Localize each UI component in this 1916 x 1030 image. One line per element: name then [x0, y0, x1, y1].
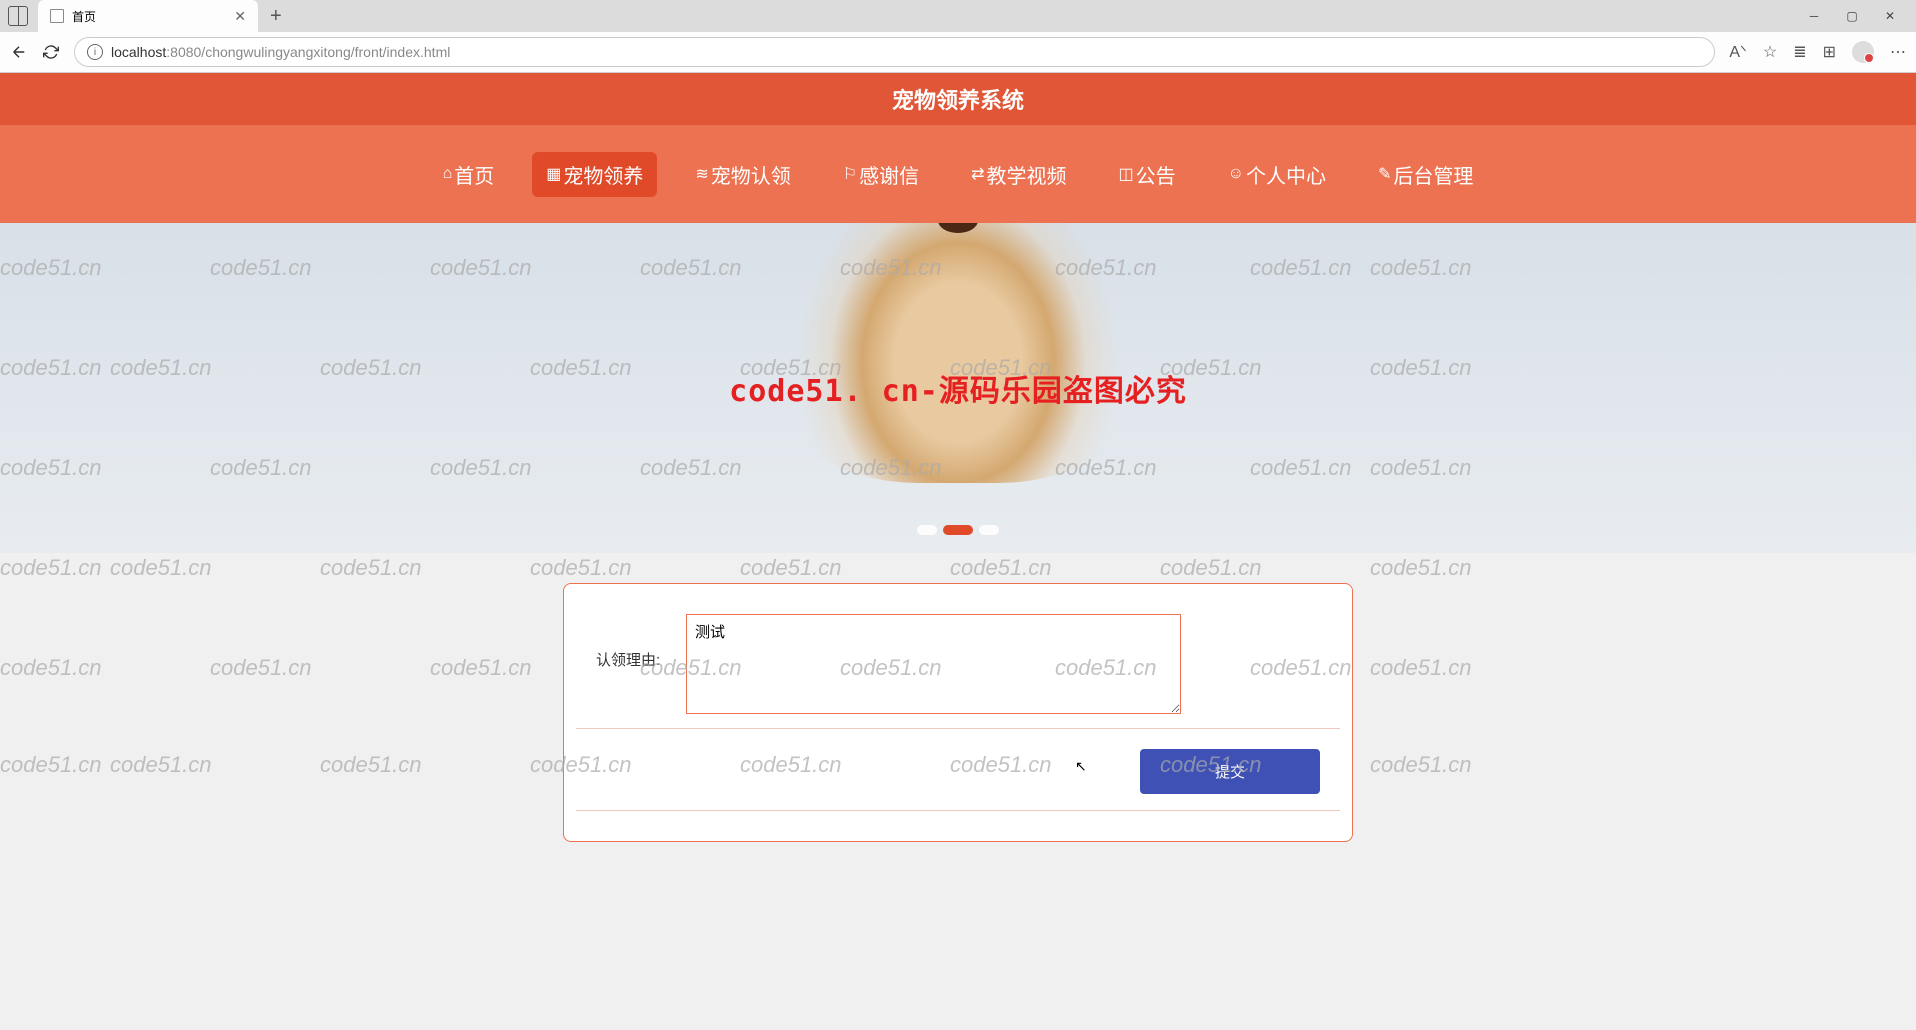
tab-title: 首页 — [72, 8, 96, 25]
nav-item-2[interactable]: ≋宠物认领 — [681, 152, 804, 197]
browser-tab[interactable]: 首页 ✕ — [38, 0, 258, 32]
nav-label: 首页 — [454, 160, 494, 189]
nav-label: 宠物领养 — [563, 160, 643, 189]
nav-icon: ▦ — [546, 164, 561, 184]
nav-item-5[interactable]: ◫公告 — [1105, 152, 1190, 197]
banner-carousel: code51. cn-源码乐园盗图必究 — [0, 223, 1916, 553]
submit-row: 提交 — [576, 729, 1340, 811]
nav-label: 感谢信 — [859, 160, 919, 189]
favorite-icon[interactable]: ☆ — [1763, 42, 1777, 62]
profile-avatar[interactable] — [1852, 41, 1874, 63]
nav-icon: ⌂ — [443, 165, 453, 183]
page-content: 宠物领养系统 ⌂首页 ▦宠物领养 ≋宠物认领 ⚐感谢信 ⇄教学视频 ◫公告 ☺个人中心 ✎后台… — [0, 73, 1916, 842]
close-window-button[interactable]: ✕ — [1880, 9, 1900, 23]
nav-icon: ✎ — [1378, 164, 1391, 184]
carousel-dots — [917, 525, 999, 535]
tab-document-icon — [50, 9, 64, 23]
nav-item-3[interactable]: ⚐感谢信 — [829, 152, 933, 197]
close-tab-button[interactable]: ✕ — [234, 8, 246, 25]
tab-panels-icon[interactable] — [8, 6, 28, 26]
refresh-button[interactable] — [42, 43, 60, 61]
carousel-dot-0[interactable] — [917, 525, 937, 535]
cursor-icon: ↖ — [1075, 758, 1087, 775]
main-nav: ⌂首页 ▦宠物领养 ≋宠物认领 ⚐感谢信 ⇄教学视频 ◫公告 ☺个人中心 ✎后台管理 — [0, 125, 1916, 223]
browser-chrome: 首页 ✕ + ─ ▢ ✕ i localhost:8080/chongwulin… — [0, 0, 1916, 73]
nav-item-0[interactable]: ⌂首页 — [429, 152, 509, 197]
reason-textarea[interactable] — [686, 614, 1181, 714]
nav-label: 教学视频 — [987, 160, 1067, 189]
reason-label: 认领理由: — [596, 614, 686, 670]
nav-item-7[interactable]: ✎后台管理 — [1364, 152, 1487, 197]
favorites-bar-icon[interactable]: ≣ — [1793, 42, 1806, 62]
nav-label: 公告 — [1136, 160, 1176, 189]
claim-form: 认领理由: 提交 — [563, 583, 1353, 842]
nav-icon: ◫ — [1119, 164, 1134, 184]
tab-bar: 首页 ✕ + ─ ▢ ✕ — [0, 0, 1916, 32]
nav-item-1[interactable]: ▦宠物领养 — [532, 152, 657, 197]
window-controls: ─ ▢ ✕ — [1804, 9, 1916, 23]
minimize-button[interactable]: ─ — [1804, 9, 1824, 23]
nav-item-4[interactable]: ⇄教学视频 — [957, 152, 1080, 197]
nav-icon: ≋ — [695, 164, 708, 184]
address-bar: i localhost:8080/chongwulingyangxitong/f… — [0, 32, 1916, 72]
maximize-button[interactable]: ▢ — [1842, 9, 1862, 23]
carousel-dot-1[interactable] — [943, 525, 973, 535]
back-button[interactable] — [10, 43, 28, 61]
nav-icon: ☺ — [1228, 165, 1244, 183]
page-title: 宠物领养系统 — [0, 73, 1916, 125]
nav-icon: ⇄ — [971, 164, 984, 184]
new-tab-button[interactable]: + — [258, 5, 294, 28]
site-info-icon[interactable]: i — [87, 44, 103, 60]
carousel-dot-2[interactable] — [979, 525, 999, 535]
menu-icon[interactable]: ⋯ — [1890, 42, 1906, 62]
browser-toolbar: Aᐠ ☆ ≣ ⊞ ⋯ — [1729, 41, 1906, 63]
nav-label: 后台管理 — [1393, 160, 1473, 189]
banner-watermark-text: code51. cn-源码乐园盗图必究 — [729, 366, 1187, 410]
nav-item-6[interactable]: ☺个人中心 — [1214, 152, 1340, 197]
url-text: localhost:8080/chongwulingyangxitong/fro… — [111, 44, 450, 60]
reading-mode-icon[interactable]: Aᐠ — [1729, 42, 1746, 62]
collections-icon[interactable]: ⊞ — [1823, 42, 1836, 62]
reason-row: 认领理由: — [576, 614, 1340, 729]
nav-label: 个人中心 — [1246, 160, 1326, 189]
nav-icon: ⚐ — [843, 164, 857, 184]
nav-label: 宠物认领 — [711, 160, 791, 189]
url-box[interactable]: i localhost:8080/chongwulingyangxitong/f… — [74, 37, 1715, 67]
submit-button[interactable]: 提交 — [1140, 749, 1320, 794]
banner-image — [758, 223, 1158, 483]
